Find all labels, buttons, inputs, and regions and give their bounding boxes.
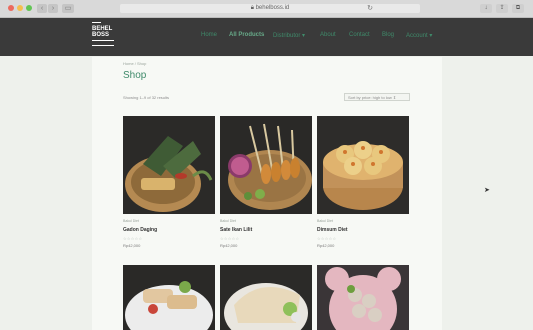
forward-icon[interactable]: › xyxy=(48,4,58,13)
product-image-dimsum-diet[interactable] xyxy=(317,116,409,214)
nav-distributor[interactable]: Distributor ▾ xyxy=(273,32,305,39)
product-image-row2-3[interactable] xyxy=(317,265,409,330)
product-category[interactable]: Bakul Diet xyxy=(317,219,333,223)
page-title: Shop xyxy=(123,70,147,81)
product-rating-stars: ☆☆☆☆☆ xyxy=(220,236,240,241)
share-icon[interactable]: ⇪ xyxy=(496,4,508,13)
product-category[interactable]: Bakul Diet xyxy=(123,219,139,223)
product-title[interactable]: Sate Ikan Lilit xyxy=(220,227,252,233)
back-icon[interactable]: ‹ xyxy=(37,4,47,13)
gadon-daging-illustration xyxy=(123,116,215,214)
food-plate-illustration xyxy=(317,265,409,330)
close-window-button[interactable] xyxy=(8,5,14,11)
maximize-window-button[interactable] xyxy=(26,5,32,11)
mouse-cursor-icon: ➤ xyxy=(484,187,490,194)
breadcrumb[interactable]: Home / Shop xyxy=(123,61,146,66)
product-category[interactable]: Bakul Diet xyxy=(220,219,236,223)
product-image-gadon-daging[interactable] xyxy=(123,116,215,214)
download-icon[interactable]: ↓ xyxy=(480,4,492,13)
product-price: Rp42,000 xyxy=(220,243,238,248)
reload-icon[interactable]: ↻ xyxy=(367,4,373,12)
browser-toolbar: ‹ › ▭ 🔒︎ behelboss.id ↻ ↓ ⇪ ⧉ xyxy=(0,0,533,18)
nav-about[interactable]: About xyxy=(320,32,336,38)
product-rating-stars: ☆☆☆☆☆ xyxy=(123,236,143,241)
minimize-window-button[interactable] xyxy=(17,5,23,11)
sidebar-icon[interactable]: ▭ xyxy=(62,4,74,13)
result-count: Showing 1–9 of 32 results xyxy=(123,95,170,100)
nav-home[interactable]: Home xyxy=(201,32,217,38)
logo-mark xyxy=(92,22,101,23)
address-bar[interactable]: 🔒︎ behelboss.id xyxy=(120,4,420,13)
nav-all-products[interactable]: All Products xyxy=(229,32,264,38)
nav-contact[interactable]: Contact xyxy=(349,32,370,38)
logo-brand: BEHEL BOSS xyxy=(92,26,113,38)
product-image-sate-ikan-lilit[interactable] xyxy=(220,116,312,214)
product-title[interactable]: Gadon Daging xyxy=(123,227,157,233)
product-image-row2-1[interactable] xyxy=(123,265,215,330)
tabs-icon[interactable]: ⧉ xyxy=(512,4,524,13)
product-image-row2-2[interactable] xyxy=(220,265,312,330)
food-plate-illustration xyxy=(220,265,312,330)
product-rating-stars: ☆☆☆☆☆ xyxy=(317,236,337,241)
sate-ikan-lilit-illustration xyxy=(220,116,312,214)
dimsum-diet-illustration xyxy=(317,116,409,214)
site-logo[interactable]: BEHEL BOSS xyxy=(92,22,128,52)
nav-account[interactable]: Account ▾ xyxy=(406,32,432,39)
product-title[interactable]: Dimsum Diet xyxy=(317,227,348,233)
logo-wave xyxy=(92,40,114,46)
sort-select[interactable]: Sort by price: high to low ⇕ xyxy=(344,93,410,101)
product-price: Rp42,000 xyxy=(317,243,335,248)
site-header xyxy=(0,18,533,56)
lock-icon: 🔒︎ xyxy=(250,5,254,11)
nav-blog[interactable]: Blog xyxy=(382,32,394,38)
address-bar-url: behelboss.id xyxy=(255,5,290,11)
product-price: Rp42,000 xyxy=(123,243,141,248)
food-plate-illustration xyxy=(123,265,215,330)
